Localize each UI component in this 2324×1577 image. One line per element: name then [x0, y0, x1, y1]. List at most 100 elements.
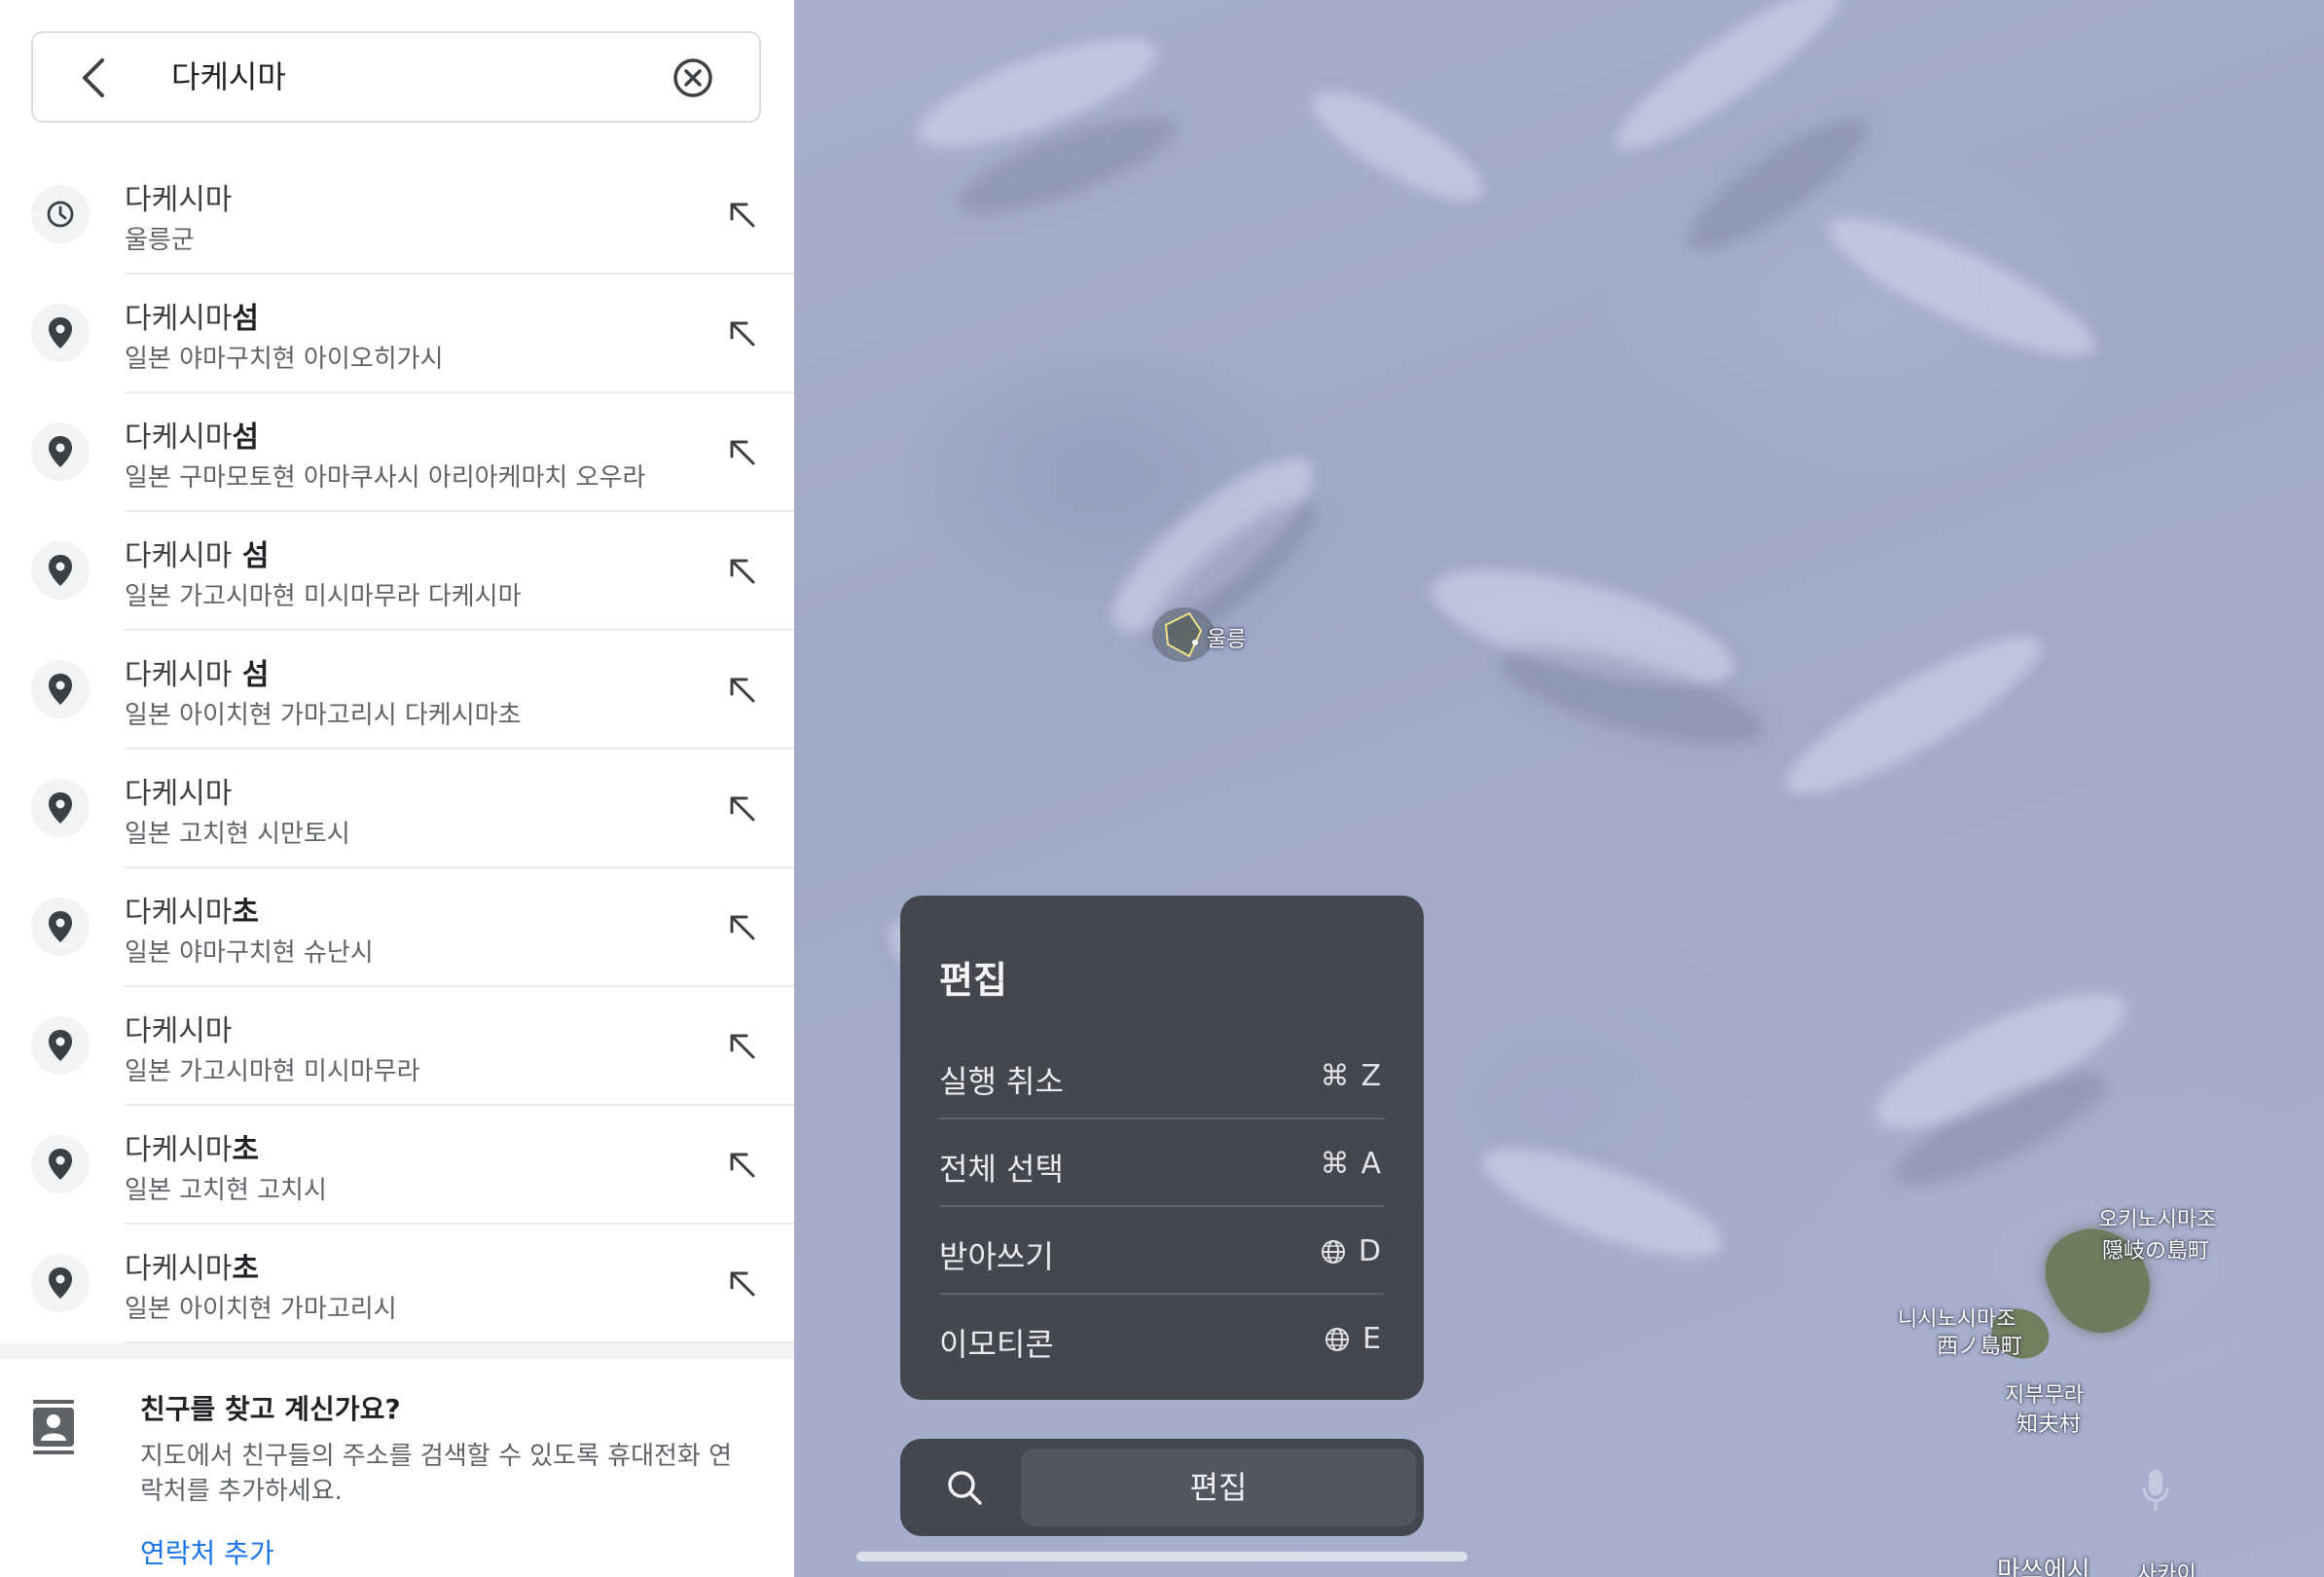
suggestion-title-rest: 초 [232, 1252, 260, 1286]
suggestion-row[interactable]: 다케시마초일본 야마구치현 슈난시 [0, 868, 794, 987]
fill-query-arrow-icon[interactable] [722, 195, 761, 234]
microphone-icon[interactable] [2141, 1468, 2170, 1513]
terrain-ridge [1769, 612, 2057, 819]
suggestion-title: 다케시마초 [125, 1244, 259, 1287]
suggestion-title-rest: 섬 [232, 302, 260, 336]
map-label-matsue: 마쓰에시 [1997, 1557, 2090, 1577]
back-arrow-icon [83, 58, 104, 97]
place-pin-icon [31, 898, 90, 956]
suggestion-subtitle: 일본 고치현 고치시 [125, 1176, 327, 1205]
suggestion-title-match: 다케시마 [125, 1133, 233, 1167]
suggestion-subtitle: 일본 가고시마현 미시마무라 다케시마 [125, 582, 522, 611]
edit-button[interactable]: 편집 [1021, 1449, 1416, 1526]
suggestion-title: 다케시마 [125, 175, 232, 218]
suggestion-row[interactable]: 다케시마섬일본 구마모토현 아마쿠사시 아리아케마치 오우라 [0, 393, 794, 512]
suggestion-row[interactable]: 다케시마일본 고치현 시만토시 [0, 750, 794, 868]
suggestion-row[interactable]: 다케시마울릉군 [0, 156, 794, 275]
fill-query-arrow-icon[interactable] [722, 551, 761, 590]
home-indicator[interactable] [856, 1552, 1468, 1561]
edit-menu-item-label: 이모티콘 [939, 1326, 1054, 1363]
keyboard-shortcut-bar: 편집 [900, 1439, 1424, 1536]
place-pin-icon [31, 660, 90, 718]
fill-query-arrow-icon[interactable] [722, 788, 761, 827]
fill-query-arrow-icon[interactable] [722, 1026, 761, 1065]
suggestion-subtitle: 일본 야마구치현 슈난시 [125, 938, 374, 968]
back-button[interactable] [72, 56, 115, 99]
fill-query-arrow-icon[interactable] [722, 1145, 761, 1184]
add-contacts-link[interactable]: 연락처 추가 [140, 1532, 274, 1571]
suggestion-row[interactable]: 다케시마 섬일본 아이치현 가마고리시 다케시마초 [0, 631, 794, 750]
clock-icon [31, 185, 90, 243]
place-pin-icon [31, 304, 90, 362]
suggestion-title: 다케시마 섬 [125, 650, 269, 693]
fill-query-arrow-icon[interactable] [722, 907, 761, 946]
terrain-ridge [1471, 1126, 1733, 1278]
suggestion-row[interactable]: 다케시마초일본 고치현 고치시 [0, 1106, 794, 1225]
place-pin-icon [31, 541, 90, 600]
suggestion-title: 다케시마 섬 [125, 532, 269, 574]
suggestion-subtitle: 울릉군 [125, 226, 195, 255]
fill-query-arrow-icon[interactable] [722, 313, 761, 352]
suggestion-title: 다케시마 [125, 769, 232, 812]
shortcut-key: D [1358, 1234, 1381, 1268]
suggestion-title-match: 다케시마 [125, 539, 233, 573]
suggestion-subtitle: 일본 야마구치현 아이오히가시 [125, 345, 444, 374]
place-pin-icon [31, 1135, 90, 1193]
edit-menu-item[interactable]: 이모티콘 E [939, 1295, 1385, 1382]
suggestion-row[interactable]: 다케시마초일본 아이치현 가마고리시 [0, 1225, 794, 1343]
edit-menu-item[interactable]: 받아쓰기 D [939, 1207, 1385, 1295]
edit-menu-item-label: 실행 취소 [939, 1063, 1064, 1100]
suggestion-title-rest: 초 [232, 896, 260, 930]
suggestion-title-match: 다케시마 [125, 1252, 233, 1286]
search-icon[interactable] [945, 1468, 984, 1507]
suggestion-row[interactable]: 다케시마일본 가고시마현 미시마무라 [0, 987, 794, 1106]
suggestion-title-rest: 초 [232, 1133, 260, 1167]
fill-query-arrow-icon[interactable] [722, 670, 761, 709]
suggestion-title-rest: 섬 [232, 421, 260, 455]
clear-search-button[interactable] [672, 56, 714, 99]
shortcut-key: A [1361, 1147, 1381, 1181]
suggestion-subtitle: 일본 구마모토현 아마쿠사시 아리아케마치 오우라 [125, 463, 646, 493]
search-input[interactable]: 다케시마 [171, 33, 286, 121]
map-label-nishinoshima-ja: 西ノ島町 [1937, 1335, 2023, 1359]
suggestion-row[interactable]: 다케시마섬일본 야마구치현 아이오히가시 [0, 275, 794, 393]
suggestion-title-match: 다케시마 [125, 658, 233, 692]
suggestion-title-match: 다케시마 [125, 421, 233, 455]
terrain-ridge [1815, 194, 2109, 381]
suggestion-title-match: 다케시마 [125, 183, 233, 217]
edit-menu-title: 편집 [939, 959, 1007, 1002]
terrain-ridge [1298, 72, 1497, 220]
suggestion-subtitle: 일본 고치현 시만토시 [125, 820, 350, 849]
edit-menu-item[interactable]: 전체 선택 ⌘ A [939, 1119, 1385, 1207]
suggestion-subtitle: 일본 아이치현 가마고리시 다케시마초 [125, 701, 522, 730]
search-panel: 다케시마 다케시마 울릉군 다케시마섬 일본 야마구치현 아이오히가시 다케시마섬 일본 … [0, 0, 794, 1577]
map-label-chibu-ja: 知夫村 [2016, 1412, 2082, 1437]
suggestion-title-rest: 섬 [232, 658, 270, 692]
section-divider [0, 1343, 794, 1359]
map-label-sakai: 사카이 [2137, 1562, 2197, 1577]
suggestion-subtitle: 일본 가고시마현 미시마무라 [125, 1057, 420, 1086]
fill-query-arrow-icon[interactable] [722, 1264, 761, 1302]
keyboard-shortcut: E [1324, 1322, 1381, 1356]
edit-menu-item[interactable]: 실행 취소 ⌘ Z [939, 1032, 1385, 1119]
contacts-icon [33, 1400, 74, 1454]
map-label-nishinoshima-ko: 니시노시마조 [1898, 1307, 2016, 1332]
place-pin-icon [31, 422, 90, 481]
command-key-icon: ⌘ [1320, 1147, 1350, 1181]
suggestion-title: 다케시마섬 [125, 413, 259, 456]
keyboard-shortcut: ⌘ Z [1320, 1059, 1381, 1093]
find-friends-card: 친구를 찾고 계신가요? 지도에서 친구들의 주소를 검색할 수 있도록 휴대전… [0, 1359, 794, 1577]
suggestion-title: 다케시마 [125, 1007, 232, 1049]
globe-icon [1324, 1326, 1351, 1353]
suggestion-row[interactable]: 다케시마 섬일본 가고시마현 미시마무라 다케시마 [0, 512, 794, 631]
globe-icon [1320, 1238, 1347, 1265]
shortcut-key: Z [1361, 1059, 1381, 1093]
search-box[interactable]: 다케시마 [31, 31, 761, 123]
place-pin-icon [31, 779, 90, 837]
suggestion-title: 다케시마섬 [125, 294, 259, 337]
suggestion-subtitle: 일본 아이치현 가마고리시 [125, 1295, 397, 1324]
suggestion-title-match: 다케시마 [125, 896, 233, 930]
fill-query-arrow-icon[interactable] [722, 432, 761, 471]
keyboard-shortcut: D [1320, 1234, 1381, 1268]
suggestion-list: 다케시마 울릉군 다케시마섬 일본 야마구치현 아이오히가시 다케시마섬 일본 구마모토현… [0, 156, 794, 1343]
